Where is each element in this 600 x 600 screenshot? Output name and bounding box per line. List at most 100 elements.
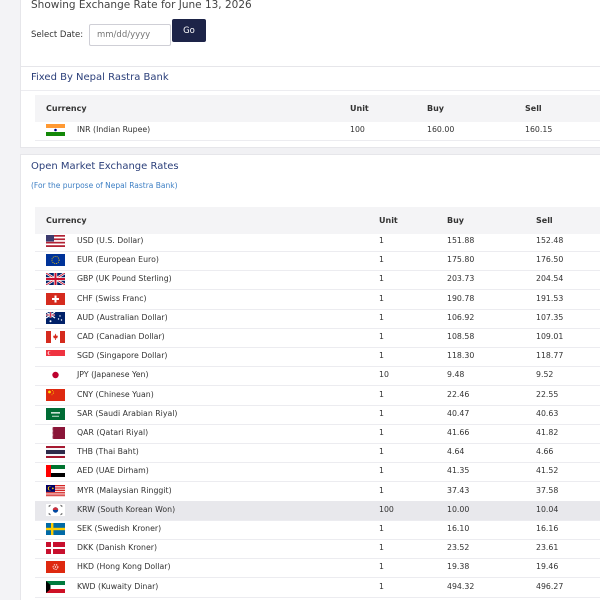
sell-rate-cell: 22.55 — [536, 389, 559, 399]
th-flag-icon — [46, 446, 65, 459]
go-button[interactable]: Go — [172, 19, 206, 42]
sell-rate-cell: 107.35 — [536, 312, 564, 322]
se-flag-icon — [46, 523, 65, 535]
divider — [21, 90, 600, 91]
sell-rate-cell: 118.77 — [536, 351, 564, 361]
table-row: QAR (Qatari Riyal) 1 41.66 41.82 — [35, 424, 600, 444]
jp-flag-icon — [46, 369, 65, 382]
unit-cell: 10 — [379, 370, 389, 380]
table-row: SAR (Saudi Arabian Riyal) 1 40.47 40.63 — [35, 405, 600, 425]
hk-flag-icon — [46, 561, 65, 574]
buy-rate-cell: 40.47 — [447, 408, 470, 418]
table-row: KRW (South Korean Won) 100 10.00 10.04 — [35, 500, 600, 521]
currency-cell: MYR (Malaysian Ringgit) — [77, 485, 172, 495]
sg-flag-icon — [46, 350, 65, 363]
my-flag-icon — [46, 484, 65, 497]
unit-cell: 1 — [379, 581, 384, 591]
exchange-rate-page: Showing Exchange Rate for June 13, 2026 … — [0, 0, 600, 600]
buy-rate-cell: 16.10 — [447, 524, 470, 533]
table-row: SEK (Swedish Kroner) 1 16.10 16.16 — [35, 520, 600, 540]
currency-cell: QAR (Qatari Riyal) — [77, 428, 149, 437]
dk-flag-icon — [46, 542, 65, 555]
unit-cell: 1 — [379, 543, 384, 553]
buy-rate-cell: 9.48 — [447, 370, 465, 380]
table-row: EUR (European Euro) 1 175.80 176.50 — [35, 251, 600, 272]
eu-flag-icon — [46, 254, 65, 267]
currency-cell: USD (U.S. Dollar) — [77, 236, 144, 245]
buy-rate-cell: 22.46 — [447, 389, 470, 399]
table-row: HKD (Hong Kong Dollar) 1 19.38 19.46 — [35, 558, 600, 579]
table-row: AED (UAE Dirham) 1 41.35 41.52 — [35, 462, 600, 483]
buy-rate-cell: 41.35 — [447, 466, 470, 476]
buy-rate-cell: 494.32 — [447, 581, 475, 591]
currency-cell: CAD (Canadian Dollar) — [77, 332, 165, 341]
currency-cell: KWD (Kuwaity Dinar) — [77, 581, 159, 591]
ca-flag-icon — [46, 331, 65, 343]
col-header-buy: Buy — [427, 104, 445, 113]
currency-cell: SGD (Singapore Dollar) — [77, 351, 168, 361]
table-row: USD (U.S. Dollar) 1 151.88 152.48 — [35, 232, 600, 252]
sell-rate-cell: 16.16 — [536, 524, 559, 533]
unit-cell: 1 — [379, 255, 384, 265]
unit-cell: 1 — [379, 351, 384, 361]
currency-cell: CNY (Chinese Yuan) — [77, 389, 154, 399]
date-input[interactable] — [89, 24, 171, 46]
sell-rate-cell: 4.66 — [536, 447, 554, 457]
unit-cell: 1 — [379, 524, 384, 533]
sell-rate-cell: 40.63 — [536, 408, 559, 418]
unit-cell: 1 — [379, 466, 384, 476]
table-row: THB (Thai Baht) 1 4.64 4.66 — [35, 443, 600, 464]
au-flag-icon — [46, 311, 65, 324]
cn-flag-icon — [46, 388, 65, 401]
ch-flag-icon — [46, 292, 65, 305]
open-market-card: Open Market Exchange Rates (For the purp… — [20, 154, 600, 600]
table-row: MYR (Malaysian Ringgit) 1 37.43 37.58 — [35, 482, 600, 502]
sa-flag-icon — [46, 407, 65, 420]
kw-flag-icon — [46, 580, 65, 593]
table-row: DKK (Danish Kroner) 1 23.52 23.61 — [35, 539, 600, 560]
sell-rate-cell: 10.04 — [536, 504, 559, 514]
open-table-header: Currency Unit Buy Sell — [35, 207, 600, 234]
unit-cell: 1 — [379, 332, 384, 341]
kr-flag-icon — [46, 503, 65, 516]
unit-cell: 1 — [379, 274, 384, 284]
buy-rate-cell: 175.80 — [447, 255, 475, 265]
sell-rate-cell: 204.54 — [536, 274, 564, 284]
table-row: GBP (UK Pound Sterling) 1 203.73 204.54 — [35, 270, 600, 291]
table-row: SGD (Singapore Dollar) 1 118.30 118.77 — [35, 347, 600, 368]
currency-cell: AED (UAE Dirham) — [77, 466, 149, 476]
sell-rate-cell: 109.01 — [536, 332, 564, 341]
unit-cell: 1 — [379, 428, 384, 437]
fixed-table-header: Currency Unit Buy Sell — [35, 95, 600, 122]
date-selector-card: Showing Exchange Rate for June 13, 2026 … — [20, 0, 600, 67]
unit-cell: 1 — [379, 236, 384, 245]
buy-rate-cell: 23.52 — [447, 543, 470, 553]
table-row: CNY (Chinese Yuan) 1 22.46 22.55 — [35, 386, 600, 406]
currency-cell: EUR (European Euro) — [77, 255, 159, 265]
unit-cell: 1 — [379, 389, 384, 399]
currency-cell: DKK (Danish Kroner) — [77, 543, 158, 553]
currency-cell: THB (Thai Baht) — [77, 447, 139, 457]
ae-flag-icon — [46, 465, 65, 478]
currency-cell: GBP (UK Pound Sterling) — [77, 274, 172, 284]
sell-rate-cell: 496.27 — [536, 581, 564, 591]
sell-rate-cell: 19.46 — [536, 562, 559, 572]
sell-rate-cell: 191.53 — [536, 293, 564, 303]
page-title: Showing Exchange Rate for June 13, 2026 — [31, 0, 252, 11]
col-header-currency: Currency — [46, 104, 87, 113]
buy-rate-cell: 151.88 — [447, 236, 475, 245]
table-row: CAD (Canadian Dollar) 1 108.58 109.01 — [35, 328, 600, 348]
date-label: Select Date: — [31, 30, 84, 40]
buy-rate-cell: 4.64 — [447, 447, 465, 457]
unit-cell: 1 — [379, 293, 384, 303]
currency-cell: SAR (Saudi Arabian Riyal) — [77, 408, 178, 418]
sell-rate-cell: 9.52 — [536, 370, 554, 380]
qa-flag-icon — [46, 427, 65, 439]
in-flag-icon — [46, 124, 65, 136]
col-header-sell: Sell — [525, 104, 542, 113]
currency-cell: JPY (Japanese Yen) — [77, 370, 149, 380]
buy-rate-cell: 203.73 — [447, 274, 475, 284]
buy-rate-cell: 10.00 — [447, 504, 470, 514]
col-header-sell: Sell — [536, 216, 553, 225]
col-header-unit: Unit — [379, 216, 398, 225]
